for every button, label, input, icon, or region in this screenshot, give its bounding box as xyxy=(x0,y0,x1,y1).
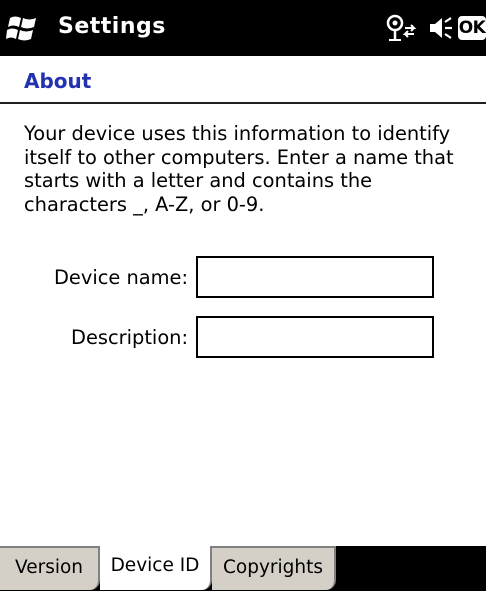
section-divider xyxy=(0,102,486,104)
device-name-label: Device name: xyxy=(53,266,188,289)
app-title: Settings xyxy=(58,14,166,39)
settings-screen: Settings OK About Your device uses this … xyxy=(0,0,486,591)
device-name-row: Device name: xyxy=(0,256,486,300)
description-label: Description: xyxy=(71,326,188,349)
tab-bar: Version Device ID Copyrights xyxy=(0,546,486,591)
description-row: Description: xyxy=(0,316,486,360)
windows-flag-icon xyxy=(6,16,36,41)
speaker-icon[interactable] xyxy=(428,14,454,42)
start-button[interactable] xyxy=(6,12,44,44)
section-header: About xyxy=(0,56,486,104)
connectivity-icon[interactable] xyxy=(384,12,424,44)
title-bar: Settings OK xyxy=(0,0,486,56)
tab-device-id[interactable]: Device ID xyxy=(100,546,212,590)
ok-button[interactable]: OK xyxy=(458,16,486,40)
tab-version[interactable]: Version xyxy=(0,546,100,590)
section-title: About xyxy=(24,69,92,93)
description-input[interactable] xyxy=(196,316,434,358)
tab-copyrights[interactable]: Copyrights xyxy=(212,546,336,590)
about-description: Your device uses this information to ide… xyxy=(24,122,454,216)
device-name-input[interactable] xyxy=(196,256,434,298)
